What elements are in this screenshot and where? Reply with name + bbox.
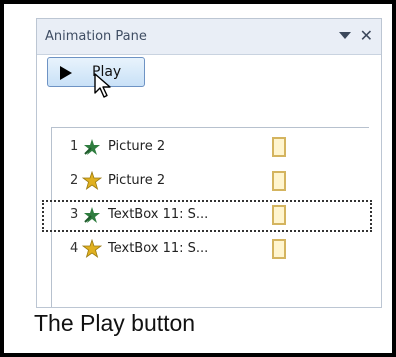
screenshot-frame: Animation Pane ✕ Play 1 Picture 2 2 Pict… — [0, 0, 396, 357]
play-icon — [60, 66, 72, 80]
list-item-selected[interactable]: 3 TextBox 11: S... — [42, 200, 372, 232]
item-number: 2 — [70, 173, 79, 188]
mouse-pointer-icon — [94, 73, 111, 98]
chevron-down-icon[interactable] — [339, 32, 351, 39]
item-label: TextBox 11: S... — [108, 241, 209, 256]
timing-bar[interactable] — [272, 205, 286, 225]
item-label: TextBox 11: S... — [108, 207, 209, 222]
timing-bar[interactable] — [272, 171, 286, 191]
timing-bar[interactable] — [272, 137, 286, 157]
pane-header: Animation Pane ✕ — [37, 19, 381, 55]
item-label: Picture 2 — [108, 139, 166, 154]
close-icon[interactable]: ✕ — [360, 26, 373, 45]
animation-list: 1 Picture 2 2 Picture 2 3 TextBox 11: S.… — [42, 127, 372, 307]
emphasis-effect-icon — [82, 171, 102, 191]
list-item[interactable]: 2 Picture 2 — [56, 168, 366, 196]
entrance-effect-icon — [84, 207, 100, 223]
item-number: 3 — [70, 207, 79, 222]
item-number: 1 — [70, 139, 79, 154]
list-item[interactable]: 1 Picture 2 — [56, 134, 366, 162]
list-item[interactable]: 4 TextBox 11: S... — [56, 236, 366, 264]
emphasis-effect-icon — [82, 239, 102, 259]
item-number: 4 — [70, 241, 79, 256]
timing-bar[interactable] — [272, 239, 286, 259]
caption: The Play button — [34, 310, 196, 336]
item-label: Picture 2 — [108, 173, 166, 188]
animation-pane: Animation Pane ✕ Play 1 Picture 2 2 Pict… — [36, 18, 382, 308]
pane-title: Animation Pane — [45, 29, 147, 44]
entrance-effect-icon — [84, 139, 100, 155]
